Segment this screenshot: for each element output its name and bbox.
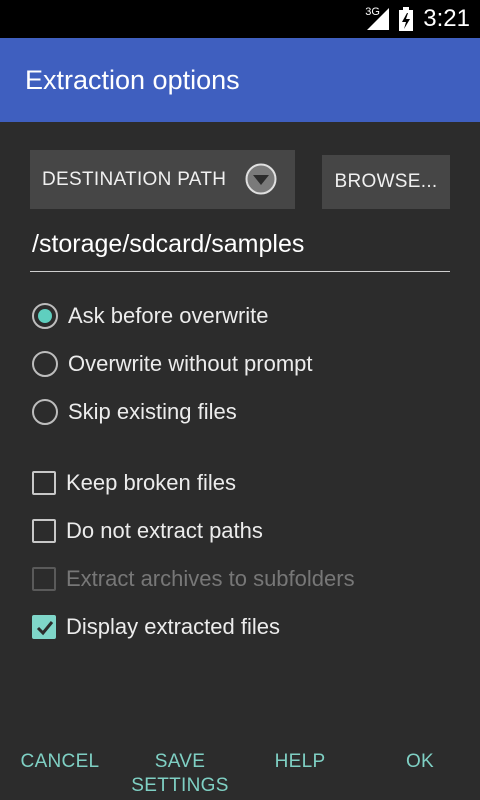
cancel-button[interactable]: CANCEL [0, 750, 120, 774]
checkbox-disabled [32, 567, 56, 591]
checkbox[interactable] [32, 519, 56, 543]
destination-path-field[interactable]: /storage/sdcard/samples [30, 222, 450, 272]
checkbox[interactable] [32, 471, 56, 495]
radio-skip-existing-files[interactable]: Skip existing files [32, 394, 237, 430]
save-settings-line1: SAVE [154, 751, 206, 772]
checkbox-checked[interactable] [32, 615, 56, 639]
radio-overwrite-without-prompt[interactable]: Overwrite without prompt [32, 346, 313, 382]
destination-path-value[interactable]: /storage/sdcard/samples [32, 230, 304, 259]
radio-ask-before-overwrite[interactable]: Ask before overwrite [32, 298, 269, 334]
checkmark-icon [36, 621, 54, 636]
save-settings-line2: SETTINGS [131, 775, 229, 796]
checkbox-label: Keep broken files [66, 470, 236, 495]
radio-button-checked[interactable] [32, 303, 58, 329]
radio-button[interactable] [32, 399, 58, 425]
radio-button[interactable] [32, 351, 58, 377]
battery-icon [399, 7, 414, 31]
radio-label: Skip existing files [68, 399, 237, 424]
dialog-button-bar: CANCEL SAVE SETTINGS HELP OK [0, 740, 480, 800]
chevron-down-icon [245, 163, 277, 195]
save-settings-button[interactable]: SAVE SETTINGS [120, 750, 240, 798]
checkbox-do-not-extract-paths[interactable]: Do not extract paths [32, 513, 263, 549]
checkbox-keep-broken-files[interactable]: Keep broken files [32, 465, 236, 501]
checkbox-display-extracted-files[interactable]: Display extracted files [32, 609, 280, 645]
checkbox-extract-archives-to-subfolders: Extract archives to subfolders [32, 561, 355, 597]
status-bar: 3G 3:21 [0, 0, 480, 38]
ok-button[interactable]: OK [360, 750, 480, 774]
dialog-title: Extraction options [25, 64, 240, 95]
checkbox-label: Extract archives to subfolders [66, 566, 355, 591]
browse-button[interactable]: BROWSE... [322, 155, 450, 209]
radio-label: Overwrite without prompt [68, 351, 313, 376]
dialog-titlebar: Extraction options [0, 38, 480, 122]
radio-label: Ask before overwrite [68, 303, 269, 328]
destination-spinner-label: DESTINATION PATH [42, 168, 227, 190]
checkbox-label: Do not extract paths [66, 518, 263, 543]
checkbox-label: Display extracted files [66, 614, 280, 639]
clock: 3:21 [423, 5, 470, 32]
destination-spinner[interactable]: DESTINATION PATH [30, 150, 295, 209]
help-button[interactable]: HELP [240, 750, 360, 774]
signal-icon: 3G [365, 6, 391, 32]
